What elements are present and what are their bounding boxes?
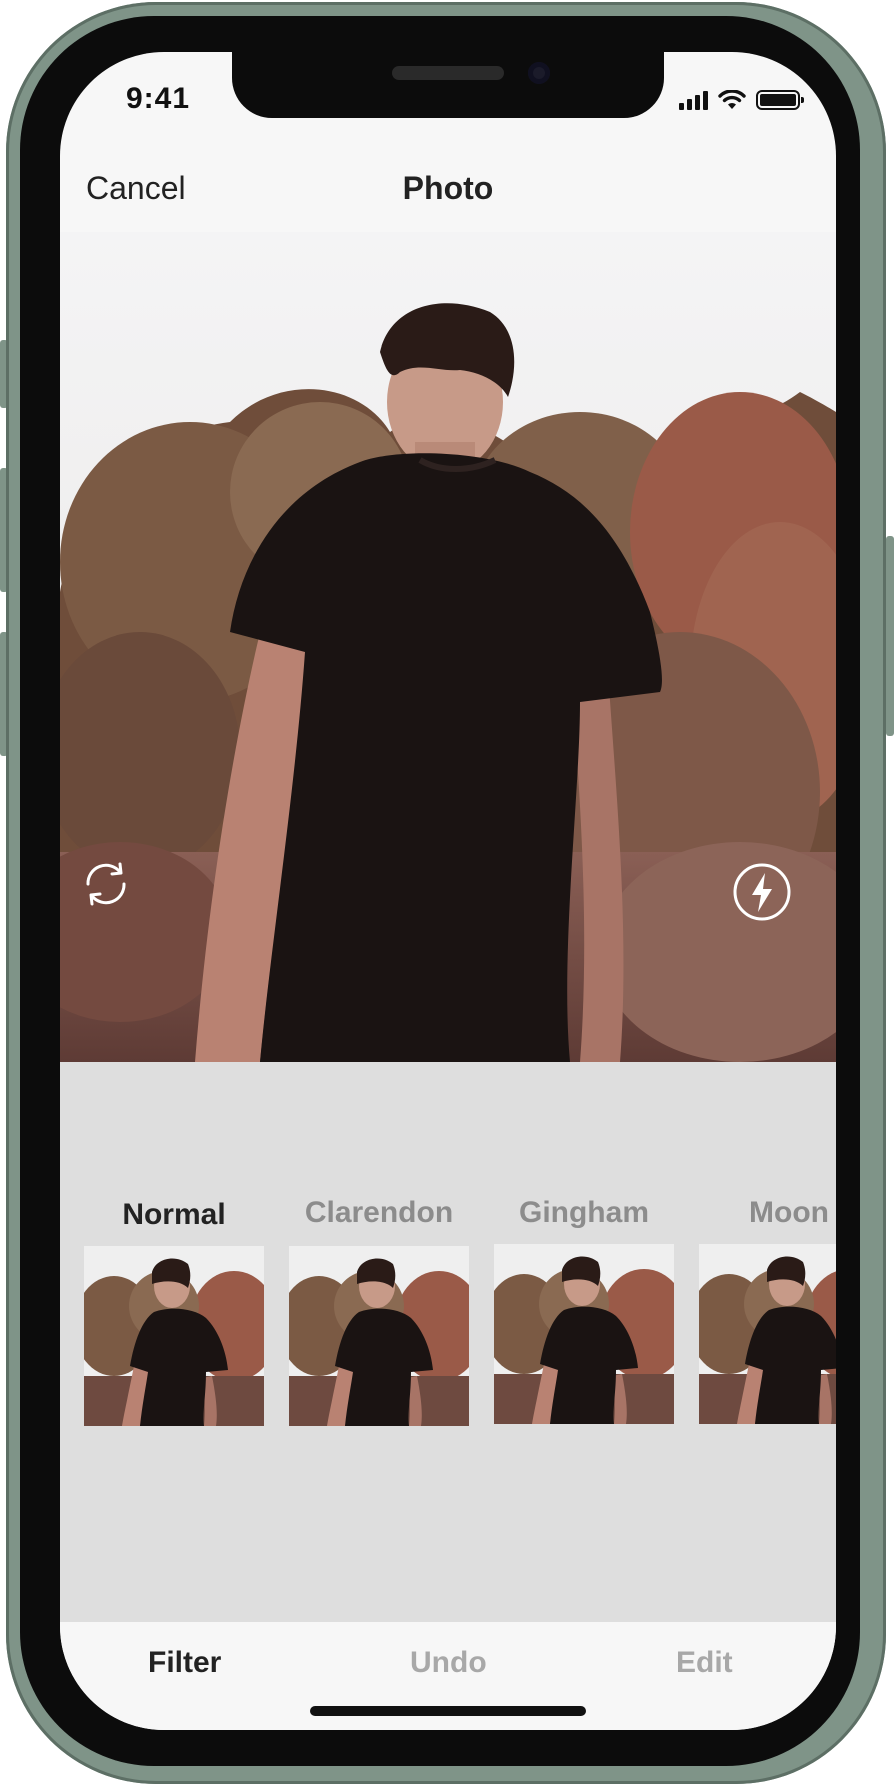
filter-thumbnail[interactable] <box>84 1246 264 1426</box>
filter-strip: Normal Clarendon Gingham Moon <box>60 1062 836 1622</box>
status-time: 9:41 <box>126 82 191 115</box>
cancel-button[interactable]: Cancel <box>86 170 186 207</box>
tab-edit[interactable]: Edit <box>676 1646 733 1680</box>
notch <box>232 52 664 118</box>
cellular-signal-icon <box>679 91 708 110</box>
battery-icon <box>756 90 804 110</box>
filter-label: Gingham <box>518 1196 649 1229</box>
filter-thumbnail[interactable] <box>289 1246 469 1426</box>
front-camera <box>528 62 550 84</box>
speaker-grille <box>392 66 504 80</box>
flash-icon[interactable] <box>732 862 792 922</box>
wifi-icon <box>718 90 746 109</box>
home-indicator <box>310 1706 586 1716</box>
filter-thumbnail[interactable] <box>494 1244 674 1424</box>
screen: 9:41 Photo Cancel Normal Clarendon Gingh… <box>60 52 836 1730</box>
filter-label: Normal <box>122 1198 226 1231</box>
filter-label: Clarendon <box>304 1196 454 1229</box>
filter-thumbnail[interactable] <box>699 1244 836 1424</box>
tab-undo[interactable]: Undo <box>410 1646 487 1680</box>
switch-camera-icon[interactable] <box>80 858 132 910</box>
filter-label: Moon <box>749 1196 829 1229</box>
tab-filter[interactable]: Filter <box>148 1646 221 1680</box>
photo-preview <box>60 232 836 1062</box>
status-icons <box>679 90 804 110</box>
power-button <box>886 536 894 736</box>
